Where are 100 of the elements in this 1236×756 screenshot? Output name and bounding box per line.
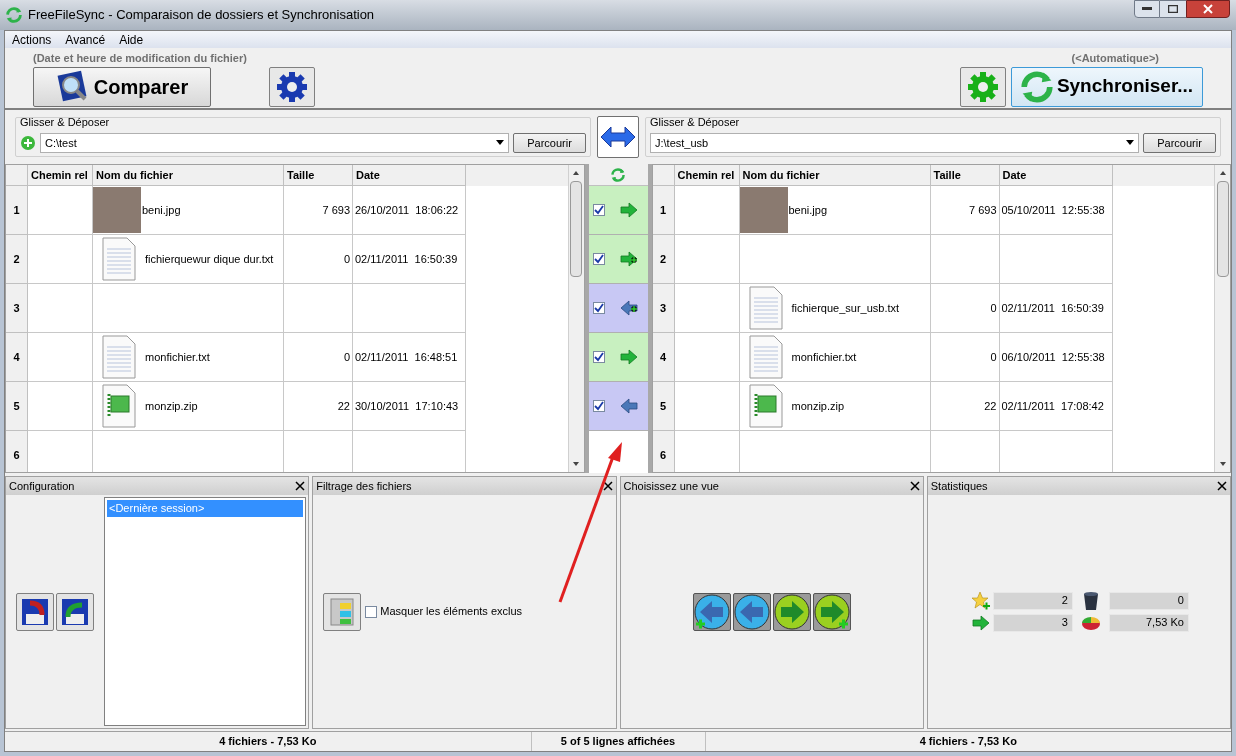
row-number: 2 (6, 235, 28, 284)
scrollbar[interactable] (567, 165, 584, 472)
scroll-up-icon[interactable] (1218, 169, 1227, 177)
column-header[interactable]: Chemin rel (28, 165, 93, 186)
gear-icon (966, 69, 1000, 104)
table-cell: 02/11/2011 16:50:39 (999, 284, 1113, 333)
close-icon[interactable] (295, 481, 306, 491)
column-header[interactable]: Chemin rel (674, 165, 740, 186)
right-arrow-button[interactable] (772, 592, 811, 631)
table-cell (930, 235, 1000, 284)
status-text: 5 of 5 lignes affichées (560, 734, 676, 750)
file-name: beni.jpg (142, 202, 181, 218)
file-name: fichierque_sur_usb.txt (791, 300, 900, 316)
row-number: 3 (652, 284, 675, 333)
folder-path-field[interactable]: C:\test (40, 132, 509, 153)
file-cabinet-icon (328, 596, 357, 627)
synchronize-button[interactable]: Synchroniser... (1011, 66, 1203, 107)
right-arrow-plus-button[interactable] (812, 592, 851, 631)
dropdown-caret-icon[interactable] (496, 140, 504, 146)
load-config-button[interactable] (56, 592, 94, 631)
menu-item[interactable]: Aide (119, 30, 144, 49)
compare-settings-button[interactable] (269, 66, 315, 107)
checkbox[interactable] (592, 302, 605, 314)
sync-action-cell[interactable] (588, 284, 648, 333)
table-cell: 22 (284, 382, 353, 431)
sync-action-cell[interactable] (588, 333, 648, 382)
row-number: 6 (652, 431, 675, 472)
drop-zone-label: Glisser & Déposer (20, 115, 111, 131)
browse-button[interactable]: Parcourir (513, 132, 586, 153)
table-cell: 30/10/2011 17:10:43 (353, 382, 466, 431)
checkbox[interactable] (592, 204, 605, 216)
left-arrow-plus-button[interactable] (692, 592, 731, 631)
table-cell: 0 (930, 333, 1000, 382)
row-number: 6 (6, 431, 28, 472)
left-arrow-button[interactable] (732, 592, 771, 631)
checkbox[interactable] (365, 605, 378, 618)
file-name: fichierquewur dique dur.txt (145, 251, 274, 267)
row-number: 5 (6, 382, 28, 431)
right-arrow-icon (618, 347, 639, 367)
sync-icon (611, 167, 625, 182)
sync-action-cell[interactable] (588, 382, 648, 431)
save-config-button[interactable] (16, 592, 54, 631)
sync-action-cell[interactable] (588, 186, 648, 235)
close-icon[interactable] (909, 481, 920, 491)
checkbox[interactable] (592, 351, 605, 363)
maximize-icon (1168, 5, 1178, 13)
scroll-up-icon[interactable] (572, 169, 580, 177)
column-header[interactable]: Taille (930, 165, 1000, 186)
panel-title: Filtrage des fichiers (316, 478, 412, 494)
column-header[interactable]: Taille (284, 165, 353, 186)
photo-placeholder (739, 187, 788, 233)
add-icon[interactable] (20, 134, 36, 151)
row-number: 1 (652, 186, 675, 235)
scroll-down-icon[interactable] (1218, 460, 1227, 468)
compare-button[interactable]: Comparer (33, 66, 211, 107)
right-arrow-icon (618, 200, 639, 220)
checkbox-label: Masquer les éléments exclus (380, 604, 523, 620)
panel-title: Choisissez une vue (623, 478, 719, 494)
column-header[interactable]: Nom du fichier (93, 165, 284, 186)
panel-title: Statistiques (930, 478, 988, 494)
right-arrow-icon (970, 612, 991, 633)
minimize-button[interactable] (1134, 0, 1160, 18)
close-button[interactable] (1186, 0, 1230, 18)
sync-action-cell[interactable] (588, 235, 648, 284)
browse-button[interactable]: Parcourir (1143, 132, 1216, 153)
compare-variant-label: (Date et heure de modification du fichier) (33, 51, 248, 66)
row-number: 2 (652, 235, 675, 284)
filter-button[interactable] (323, 592, 362, 631)
column-header[interactable]: Nom du fichier (739, 165, 931, 186)
drop-zone-label: Glisser & Déposer (650, 115, 741, 131)
scrollbar-thumb[interactable] (1216, 181, 1229, 277)
table-cell: 0 (284, 235, 353, 284)
column-header[interactable]: Date (353, 165, 466, 186)
dropdown-caret-icon[interactable] (1126, 140, 1134, 146)
sync-settings-button[interactable] (960, 66, 1006, 107)
checkbox[interactable] (592, 253, 605, 265)
text-file-icon (101, 335, 137, 379)
column-header[interactable]: Date (999, 165, 1113, 186)
menu-item[interactable]: Avancé (65, 30, 106, 49)
swap-sides-button[interactable] (597, 116, 639, 158)
folder-path-field[interactable]: J:\test_usb (650, 132, 1139, 153)
scrollbar[interactable] (1214, 165, 1230, 472)
pie-chart-icon (1080, 614, 1101, 631)
menu-item[interactable]: Actions (12, 30, 52, 49)
app-logo-icon (6, 7, 22, 23)
row-number: 4 (6, 333, 28, 382)
table-cell: 02/11/2011 17:08:42 (999, 382, 1113, 431)
close-icon[interactable] (1217, 481, 1227, 491)
checkbox[interactable] (592, 400, 605, 412)
gear-icon (275, 69, 309, 104)
table-cell: 05/10/2011 12:55:38 (999, 186, 1113, 235)
row-number: 1 (6, 186, 28, 235)
swap-arrows-icon (600, 124, 636, 150)
table-cell: 06/10/2011 12:55:38 (999, 333, 1113, 382)
scrollbar-thumb[interactable] (570, 181, 582, 277)
maximize-button[interactable] (1160, 0, 1186, 18)
file-name: monfichier.txt (145, 349, 210, 365)
table-cell (28, 284, 93, 333)
close-icon[interactable] (602, 481, 613, 491)
scroll-down-icon[interactable] (572, 460, 580, 468)
